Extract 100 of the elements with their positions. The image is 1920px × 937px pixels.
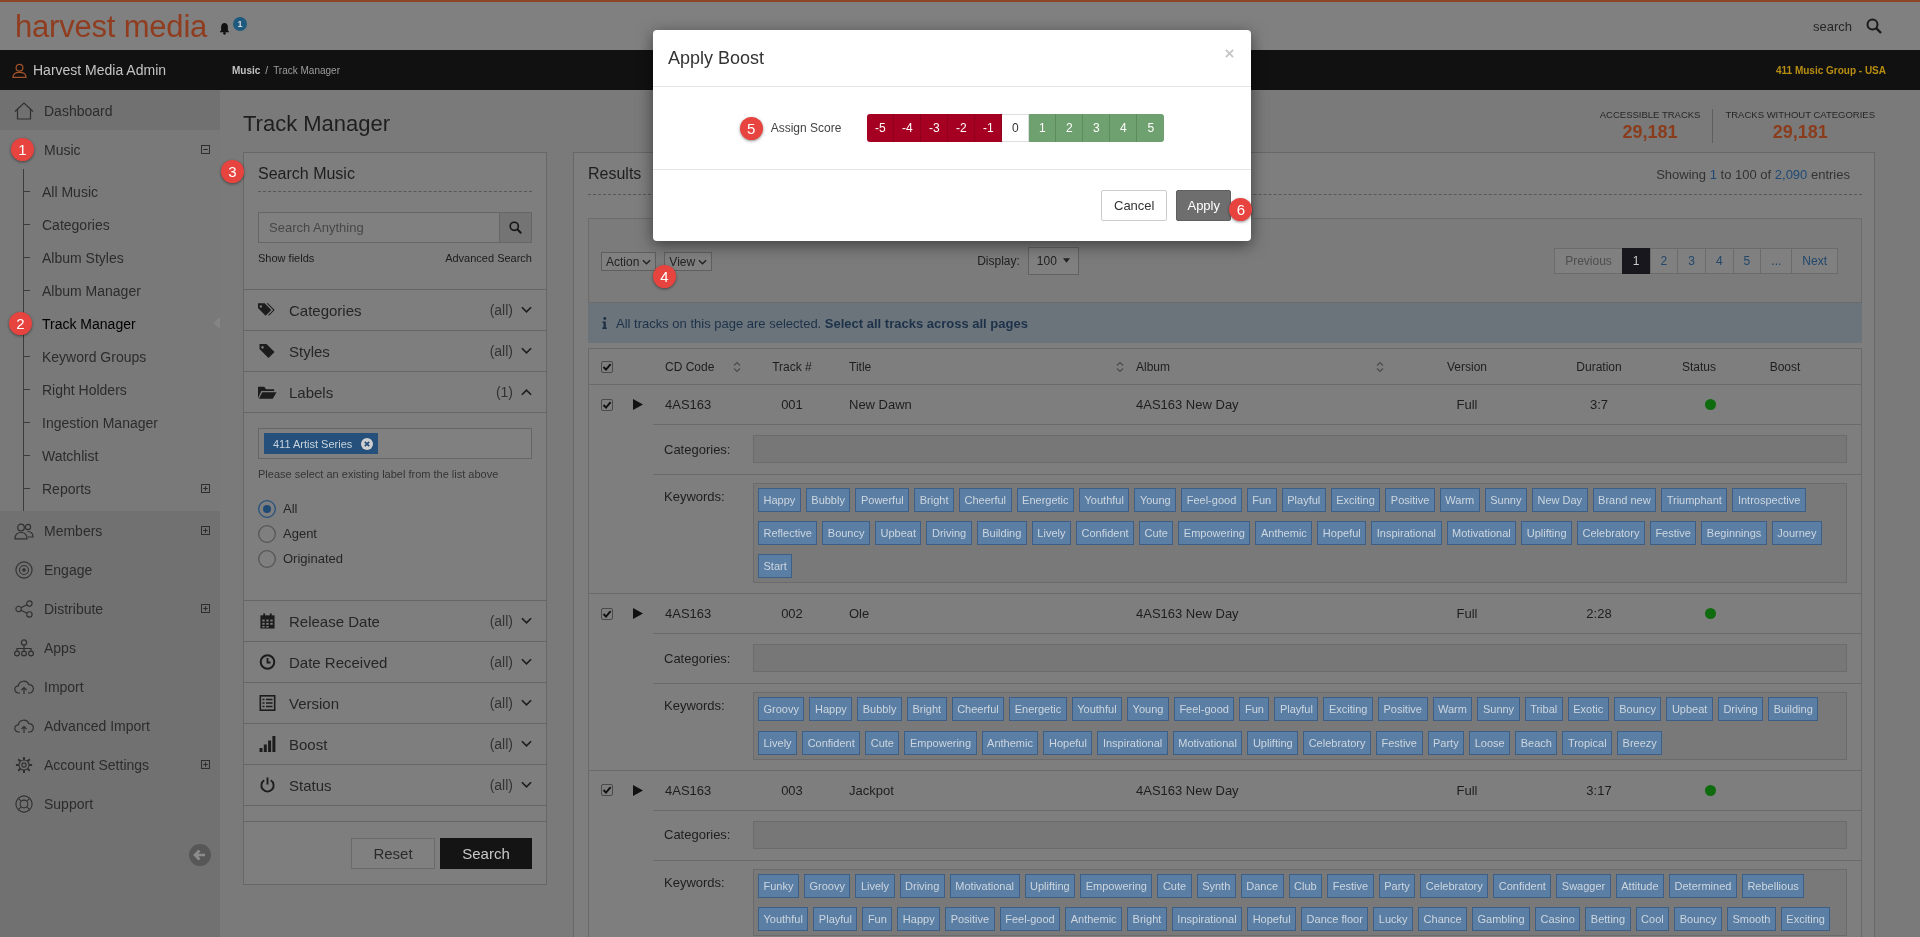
label-input-field[interactable]: 411 Artist Series — [258, 428, 532, 459]
score-button[interactable]: -4 — [894, 114, 922, 142]
sidebar-subitem[interactable]: All Music — [24, 175, 220, 208]
sidebar-subitem[interactable]: Album Styles — [24, 241, 220, 274]
score-button[interactable]: -5 — [867, 114, 895, 142]
breadcrumb-link[interactable]: Music — [232, 64, 261, 76]
notification-badge: 1 — [233, 17, 248, 31]
score-button[interactable]: -3 — [921, 114, 949, 142]
sidebar-subitem[interactable]: Ingestion Manager — [24, 406, 220, 439]
keyword-tag: Warm — [1439, 488, 1480, 512]
account-name[interactable]: 411 Music Group - USA — [1775, 64, 1920, 76]
sidebar-subitem[interactable]: Reports — [24, 472, 220, 505]
search-submit-button[interactable]: Search — [440, 838, 532, 869]
apply-button[interactable]: Apply — [1176, 190, 1231, 221]
score-button[interactable]: 1 — [1029, 114, 1057, 142]
radio-button[interactable] — [258, 549, 276, 568]
sidebar-item[interactable]: Distribute — [0, 589, 220, 628]
filter-header[interactable]: Release Date (all) — [244, 601, 546, 642]
duration-cell: 2:28 — [1586, 606, 1612, 622]
bell-icon[interactable] — [219, 22, 231, 35]
plus-box-icon[interactable] — [201, 484, 210, 493]
user-name[interactable]: Harvest Media Admin — [33, 62, 167, 78]
pagination-button[interactable]: 3 — [1677, 247, 1706, 274]
score-button[interactable]: 4 — [1110, 114, 1138, 142]
action-dropdown-button[interactable]: Action — [601, 252, 657, 272]
score-button[interactable]: 0 — [1002, 114, 1030, 142]
radio-label[interactable]: Agent — [283, 526, 317, 541]
reset-button[interactable]: Reset — [351, 838, 435, 869]
column-header[interactable]: CD Code — [661, 349, 746, 384]
advanced-search-link[interactable]: Advanced Search — [445, 251, 532, 265]
sidebar-subitem[interactable]: Keyword Groups — [24, 340, 220, 373]
play-icon[interactable] — [633, 608, 643, 620]
score-button[interactable]: -2 — [948, 114, 976, 142]
sidebar-item[interactable]: Dashboard — [0, 91, 220, 130]
cancel-button[interactable]: Cancel — [1101, 190, 1168, 221]
sidebar-subitem[interactable]: Categories — [24, 208, 220, 241]
view-dropdown-button[interactable]: View — [664, 252, 713, 271]
label-chip[interactable]: 411 Artist Series — [264, 433, 379, 454]
show-fields-link[interactable]: Show fields — [258, 251, 315, 265]
sidebar-item[interactable]: Members — [0, 511, 220, 550]
play-icon[interactable] — [633, 784, 643, 796]
remove-tag-icon[interactable] — [361, 437, 374, 450]
filter-header[interactable]: Version (all) — [244, 683, 546, 724]
score-button[interactable]: 2 — [1056, 114, 1084, 142]
chevron-up-icon[interactable] — [521, 388, 532, 396]
sidebar-item[interactable]: Import — [0, 667, 220, 706]
chevron-down-icon[interactable] — [521, 306, 532, 314]
filter-header[interactable]: Categories (all) — [244, 290, 546, 331]
plus-box-icon[interactable] — [201, 604, 210, 613]
radio-label[interactable]: All — [283, 501, 298, 516]
display-select[interactable]: 100 — [1027, 246, 1079, 275]
sidebar-item[interactable]: Support — [0, 784, 220, 823]
filter-header[interactable]: Labels (1) — [244, 372, 546, 413]
row-checkbox[interactable] — [601, 398, 613, 411]
sidebar-item[interactable]: Engage — [0, 550, 220, 589]
row-checkbox[interactable] — [601, 784, 613, 797]
radio-button[interactable] — [258, 524, 276, 543]
pagination-button[interactable]: 4 — [1704, 247, 1734, 274]
column-header[interactable]: Album — [1129, 349, 1393, 384]
keyword-tag: Positive — [1385, 488, 1435, 512]
select-all-checkbox[interactable] — [601, 360, 613, 373]
play-icon[interactable] — [633, 399, 643, 410]
search-submit-icon-button[interactable] — [499, 212, 532, 243]
radio-label[interactable]: Originated — [283, 551, 343, 566]
filter-header[interactable]: Boost (all) — [244, 724, 546, 765]
filter-header[interactable]: Date Received (all) — [244, 642, 546, 683]
sidebar-subitem[interactable]: Watchlist — [24, 439, 220, 472]
search-button[interactable]: search — [1812, 18, 1882, 34]
folder-open-icon — [258, 384, 277, 400]
score-button[interactable]: 3 — [1083, 114, 1111, 142]
share-nodes-icon — [14, 599, 34, 618]
sidebar-item[interactable]: Music — [34, 130, 220, 169]
track-number-cell: 003 — [781, 782, 803, 798]
pagination-button[interactable]: ... — [1760, 247, 1793, 274]
sidebar-item[interactable]: Advanced Import — [0, 706, 220, 745]
keyword-tag: Celebratory — [1577, 521, 1645, 546]
sidebar-item[interactable]: Account Settings — [0, 745, 220, 784]
chevron-down-icon[interactable] — [521, 699, 532, 707]
sidebar-subitem[interactable]: Right Holders — [24, 373, 220, 406]
minus-box-icon[interactable] — [201, 145, 210, 154]
sidebar-subitem[interactable]: Album Manager — [24, 274, 220, 307]
chevron-down-icon[interactable] — [521, 740, 532, 748]
chevron-down-icon[interactable] — [521, 347, 532, 355]
keyword-tag: Party — [1427, 730, 1465, 755]
filter-header[interactable]: Status (all) — [244, 765, 546, 806]
score-button[interactable]: -1 — [975, 114, 1003, 142]
pagination-button[interactable]: 1 — [1621, 247, 1651, 274]
search-field[interactable]: Search Anything — [258, 212, 499, 243]
plus-box-icon[interactable] — [201, 526, 210, 535]
pagination-button[interactable]: Next — [1791, 247, 1838, 274]
chevron-down-icon[interactable] — [521, 617, 532, 625]
radio-button[interactable] — [258, 499, 276, 518]
column-header[interactable]: Title — [838, 349, 1129, 384]
chevron-down-icon[interactable] — [521, 781, 532, 789]
row-checkbox[interactable] — [601, 607, 613, 620]
chevron-down-icon[interactable] — [521, 658, 532, 666]
score-button[interactable]: 5 — [1137, 114, 1165, 142]
filter-header[interactable]: Styles (all) — [244, 331, 546, 372]
plus-box-icon[interactable] — [201, 760, 210, 769]
sidebar-item[interactable]: Apps — [0, 628, 220, 667]
